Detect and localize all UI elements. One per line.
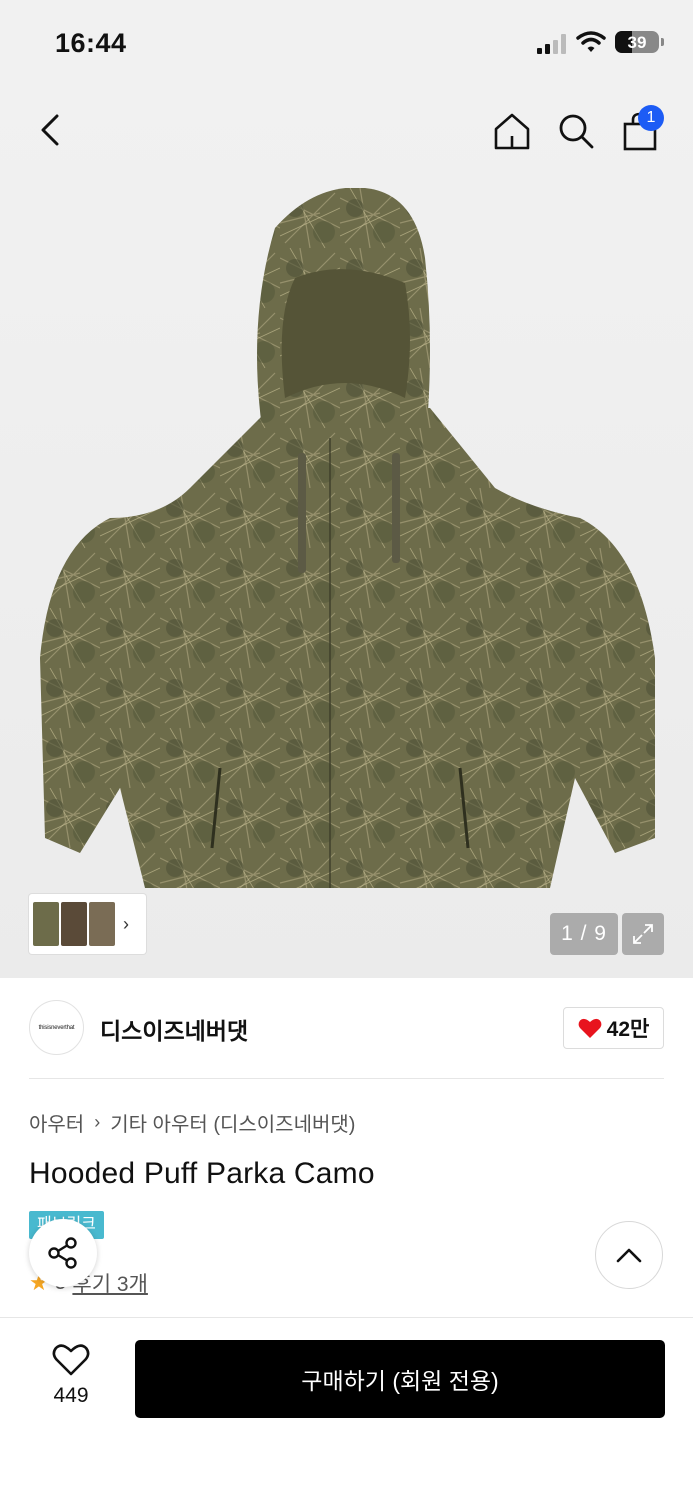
heart-icon [578,1018,602,1038]
status-time: 16:44 [55,28,127,58]
brand-logo[interactable]: thisisneverthat [29,1000,84,1055]
battery-icon: 39 [615,31,659,53]
status-bar: 16:44 39 [0,0,693,88]
chevron-right-icon: › [94,1112,101,1132]
search-icon [559,114,594,149]
share-icon [48,1237,77,1269]
scroll-top-button[interactable] [595,1221,663,1289]
battery-percent: 39 [627,33,647,52]
share-button[interactable] [29,1219,97,1287]
back-button[interactable] [30,108,70,152]
chevron-left-icon [41,114,59,146]
expand-icon[interactable] [622,913,664,955]
search-button[interactable] [553,108,599,154]
brand-like-button[interactable]: 42만 [563,1007,664,1049]
breadcrumb: 아우터 › 기타 아우터 (디스이즈네버댓) [29,1108,355,1137]
chevron-up-icon [616,1248,642,1263]
product-image[interactable] [40,188,660,898]
wifi-icon [576,31,606,52]
breadcrumb-outer[interactable]: 아우터 [29,1108,84,1137]
wish-count: 449 [53,1384,89,1407]
brand-like-count: 42만 [606,1018,650,1041]
home-button[interactable] [489,108,535,154]
wish-button[interactable]: 449 [34,1343,108,1408]
cart-badge: 1 [638,105,664,131]
battery-tip [661,38,664,46]
thumbnail-front[interactable] [33,902,59,946]
heart-outline-icon [52,1344,90,1376]
brand-logo-text: thisisneverthat [38,1024,75,1031]
breadcrumb-other-outer[interactable]: 기타 아우터 (디스이즈네버댓) [110,1108,355,1137]
home-icon [494,113,530,150]
product-gallery[interactable]: › 1 / 9 [0,88,693,978]
thumbnail-side[interactable] [61,902,87,946]
buy-button[interactable]: 구매하기 (회원 전용) [135,1340,665,1418]
thumbnail-strip[interactable]: › [29,894,146,954]
thumbnail-back[interactable] [89,902,115,946]
divider [29,1078,664,1079]
chevron-right-icon[interactable]: › [123,914,129,935]
brand-name[interactable]: 디스이즈네버댓 [100,1012,248,1046]
image-counter: 1 / 9 [550,913,618,955]
signal-icon [537,34,567,54]
product-title: Hooded Puff Parka Camo [29,1157,375,1190]
